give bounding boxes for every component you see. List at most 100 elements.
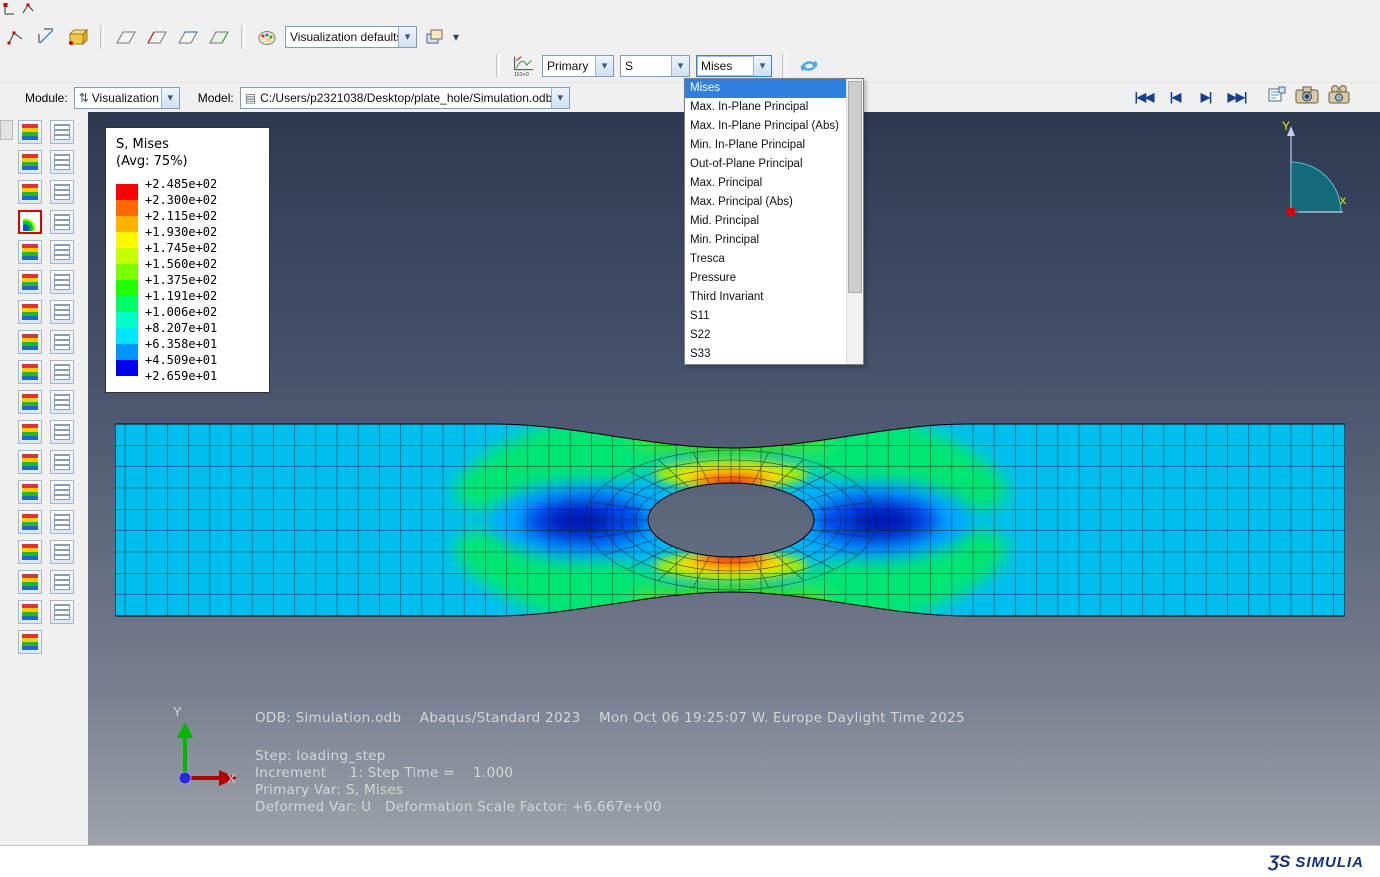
- stream-options-icon[interactable]: [50, 540, 74, 564]
- dropdown-item[interactable]: S22: [685, 326, 846, 345]
- face-glyph-1: [115, 28, 137, 46]
- model-combo[interactable]: C:/Users/p2321038/Desktop/plate_hole/Sim…: [240, 87, 570, 109]
- display-defaults-value: Visualization defaults: [286, 27, 398, 47]
- plot-contours-undeformed-icon[interactable]: [18, 240, 42, 264]
- dropdown-scrollbar[interactable]: [846, 79, 863, 364]
- view-cut-manager-icon[interactable]: [50, 450, 74, 474]
- orientation-options-icon[interactable]: [50, 360, 74, 384]
- face-icon-1[interactable]: [113, 24, 139, 50]
- previous-frame-button[interactable]: |◀: [1164, 87, 1186, 107]
- dropdown-item[interactable]: Max. In-Plane Principal: [685, 98, 846, 117]
- plot-undeformed-shape-icon[interactable]: [18, 300, 42, 324]
- video-camera-icon[interactable]: [1328, 85, 1352, 104]
- sketch-polyline-icon[interactable]: [3, 24, 29, 50]
- ply-options-icon[interactable]: [50, 570, 74, 594]
- deformed-options-icon[interactable]: [50, 270, 74, 294]
- legend-swatch: [116, 312, 138, 328]
- dropdown-item[interactable]: S11: [685, 307, 846, 326]
- plot-deformed-shape-icon[interactable]: [18, 270, 42, 294]
- legend-swatch: [116, 248, 138, 264]
- chevron-down-icon[interactable]: [753, 56, 771, 76]
- module-value: Visualization: [75, 88, 161, 108]
- stream-icon[interactable]: [18, 540, 42, 564]
- legend-subtitle: (Avg: 75%): [116, 153, 269, 170]
- dropdown-item[interactable]: Third Invariant: [685, 288, 846, 307]
- chart-manager-icon[interactable]: [50, 180, 74, 204]
- contour-plot[interactable]: [115, 418, 1345, 622]
- spectrum-icon[interactable]: [18, 150, 42, 174]
- chevron-down-icon[interactable]: [595, 56, 613, 76]
- display-defaults-combo[interactable]: Visualization defaults: [285, 26, 417, 48]
- palette-icon[interactable]: [254, 24, 280, 50]
- chevron-down-icon[interactable]: [161, 88, 179, 108]
- chevron-down-icon[interactable]: [551, 88, 569, 108]
- dropdown-item[interactable]: Mid. Principal: [685, 212, 846, 231]
- chart-icon[interactable]: [18, 180, 42, 204]
- datum-csys-icon[interactable]: [3, 2, 17, 16]
- first-frame-button[interactable]: |◀◀: [1133, 87, 1155, 107]
- swept-profile-icon[interactable]: [18, 600, 42, 624]
- orientation-cube-icon[interactable]: [65, 24, 91, 50]
- face-icon-4[interactable]: [206, 24, 232, 50]
- dropdown-item[interactable]: Max. Principal: [685, 174, 846, 193]
- chevron-down-icon[interactable]: [398, 27, 416, 47]
- field-position-combo[interactable]: Primary: [542, 55, 614, 77]
- view-cut-icon[interactable]: [18, 450, 42, 474]
- face-icon-3[interactable]: [175, 24, 201, 50]
- chevron-down-icon[interactable]: [671, 56, 689, 76]
- field-variable-combo[interactable]: S: [620, 55, 690, 77]
- viewport-axes-triad: Y X: [163, 700, 253, 795]
- animate-icon[interactable]: [18, 390, 42, 414]
- dropdown-item[interactable]: Pressure: [685, 269, 846, 288]
- face-icon-2[interactable]: [144, 24, 170, 50]
- free-body-options-icon[interactable]: [50, 510, 74, 534]
- free-body-cut-icon[interactable]: [18, 510, 42, 534]
- dropdown-item[interactable]: Min. In-Plane Principal: [685, 136, 846, 155]
- contour-manager-icon[interactable]: [50, 240, 74, 264]
- query-icon[interactable]: [18, 420, 42, 444]
- legend-swatch: [116, 360, 138, 376]
- snapshot-options-icon[interactable]: [1268, 86, 1286, 104]
- overlay-dropdown-caret-icon[interactable]: ▾: [453, 30, 459, 44]
- spectrum-manager-icon[interactable]: [50, 150, 74, 174]
- path-icon[interactable]: [18, 480, 42, 504]
- animation-options-icon[interactable]: [50, 390, 74, 414]
- plot-state-frame-icon[interactable]: [50, 120, 74, 144]
- material-orientation-icon[interactable]: [18, 360, 42, 384]
- xy-data-icon[interactable]: [50, 480, 74, 504]
- dropdown-item[interactable]: Min. Principal: [685, 231, 846, 250]
- module-combo[interactable]: Visualization: [74, 87, 180, 109]
- dropdown-item[interactable]: Max. In-Plane Principal (Abs): [685, 117, 846, 136]
- scrollbar-thumb[interactable]: [848, 81, 862, 293]
- dropdown-item[interactable]: S33: [685, 345, 846, 364]
- legend-value: +2.485e+02: [145, 176, 217, 192]
- last-frame-button[interactable]: ▶▶|: [1226, 87, 1248, 107]
- field-output-dialog-icon[interactable]: 110+0: [510, 53, 536, 79]
- dropdown-item[interactable]: Out-of-Plane Principal: [685, 155, 846, 174]
- dropdown-item[interactable]: Mises: [685, 79, 846, 98]
- overlay-layers-icon[interactable]: [422, 24, 448, 50]
- refresh-sync-icon[interactable]: [796, 53, 822, 79]
- next-frame-button[interactable]: ▶|: [1195, 87, 1217, 107]
- swept-options-icon[interactable]: [50, 600, 74, 624]
- legend-body: +2.485e+02+2.300e+02+2.115e+02+1.930e+02…: [116, 176, 269, 384]
- legend-value: +2.115e+02: [145, 208, 217, 224]
- symbol-options-icon[interactable]: [50, 330, 74, 354]
- ply-stackup-icon[interactable]: [18, 570, 42, 594]
- query-options-icon[interactable]: [50, 420, 74, 444]
- panel-handle-icon[interactable]: [0, 120, 13, 140]
- tools-icon[interactable]: [18, 630, 42, 654]
- plot-state-field-icon[interactable]: [18, 120, 42, 144]
- dropdown-item[interactable]: Max. Principal (Abs): [685, 193, 846, 212]
- plot-contours-deformed-icon[interactable]: [18, 210, 42, 234]
- camera-icon[interactable]: [1295, 85, 1319, 104]
- undeformed-options-icon[interactable]: [50, 300, 74, 324]
- legend-value: +1.375e+02: [145, 272, 217, 288]
- dimension-icon[interactable]: [34, 24, 60, 50]
- ds-logo-glyph: ƷS: [1269, 852, 1291, 872]
- contour-options-icon[interactable]: [50, 210, 74, 234]
- dropdown-item[interactable]: Tresca: [685, 250, 846, 269]
- edit-feature-icon[interactable]: [21, 2, 35, 16]
- field-invariant-combo[interactable]: Mises: [696, 55, 772, 77]
- plot-symbols-icon[interactable]: [18, 330, 42, 354]
